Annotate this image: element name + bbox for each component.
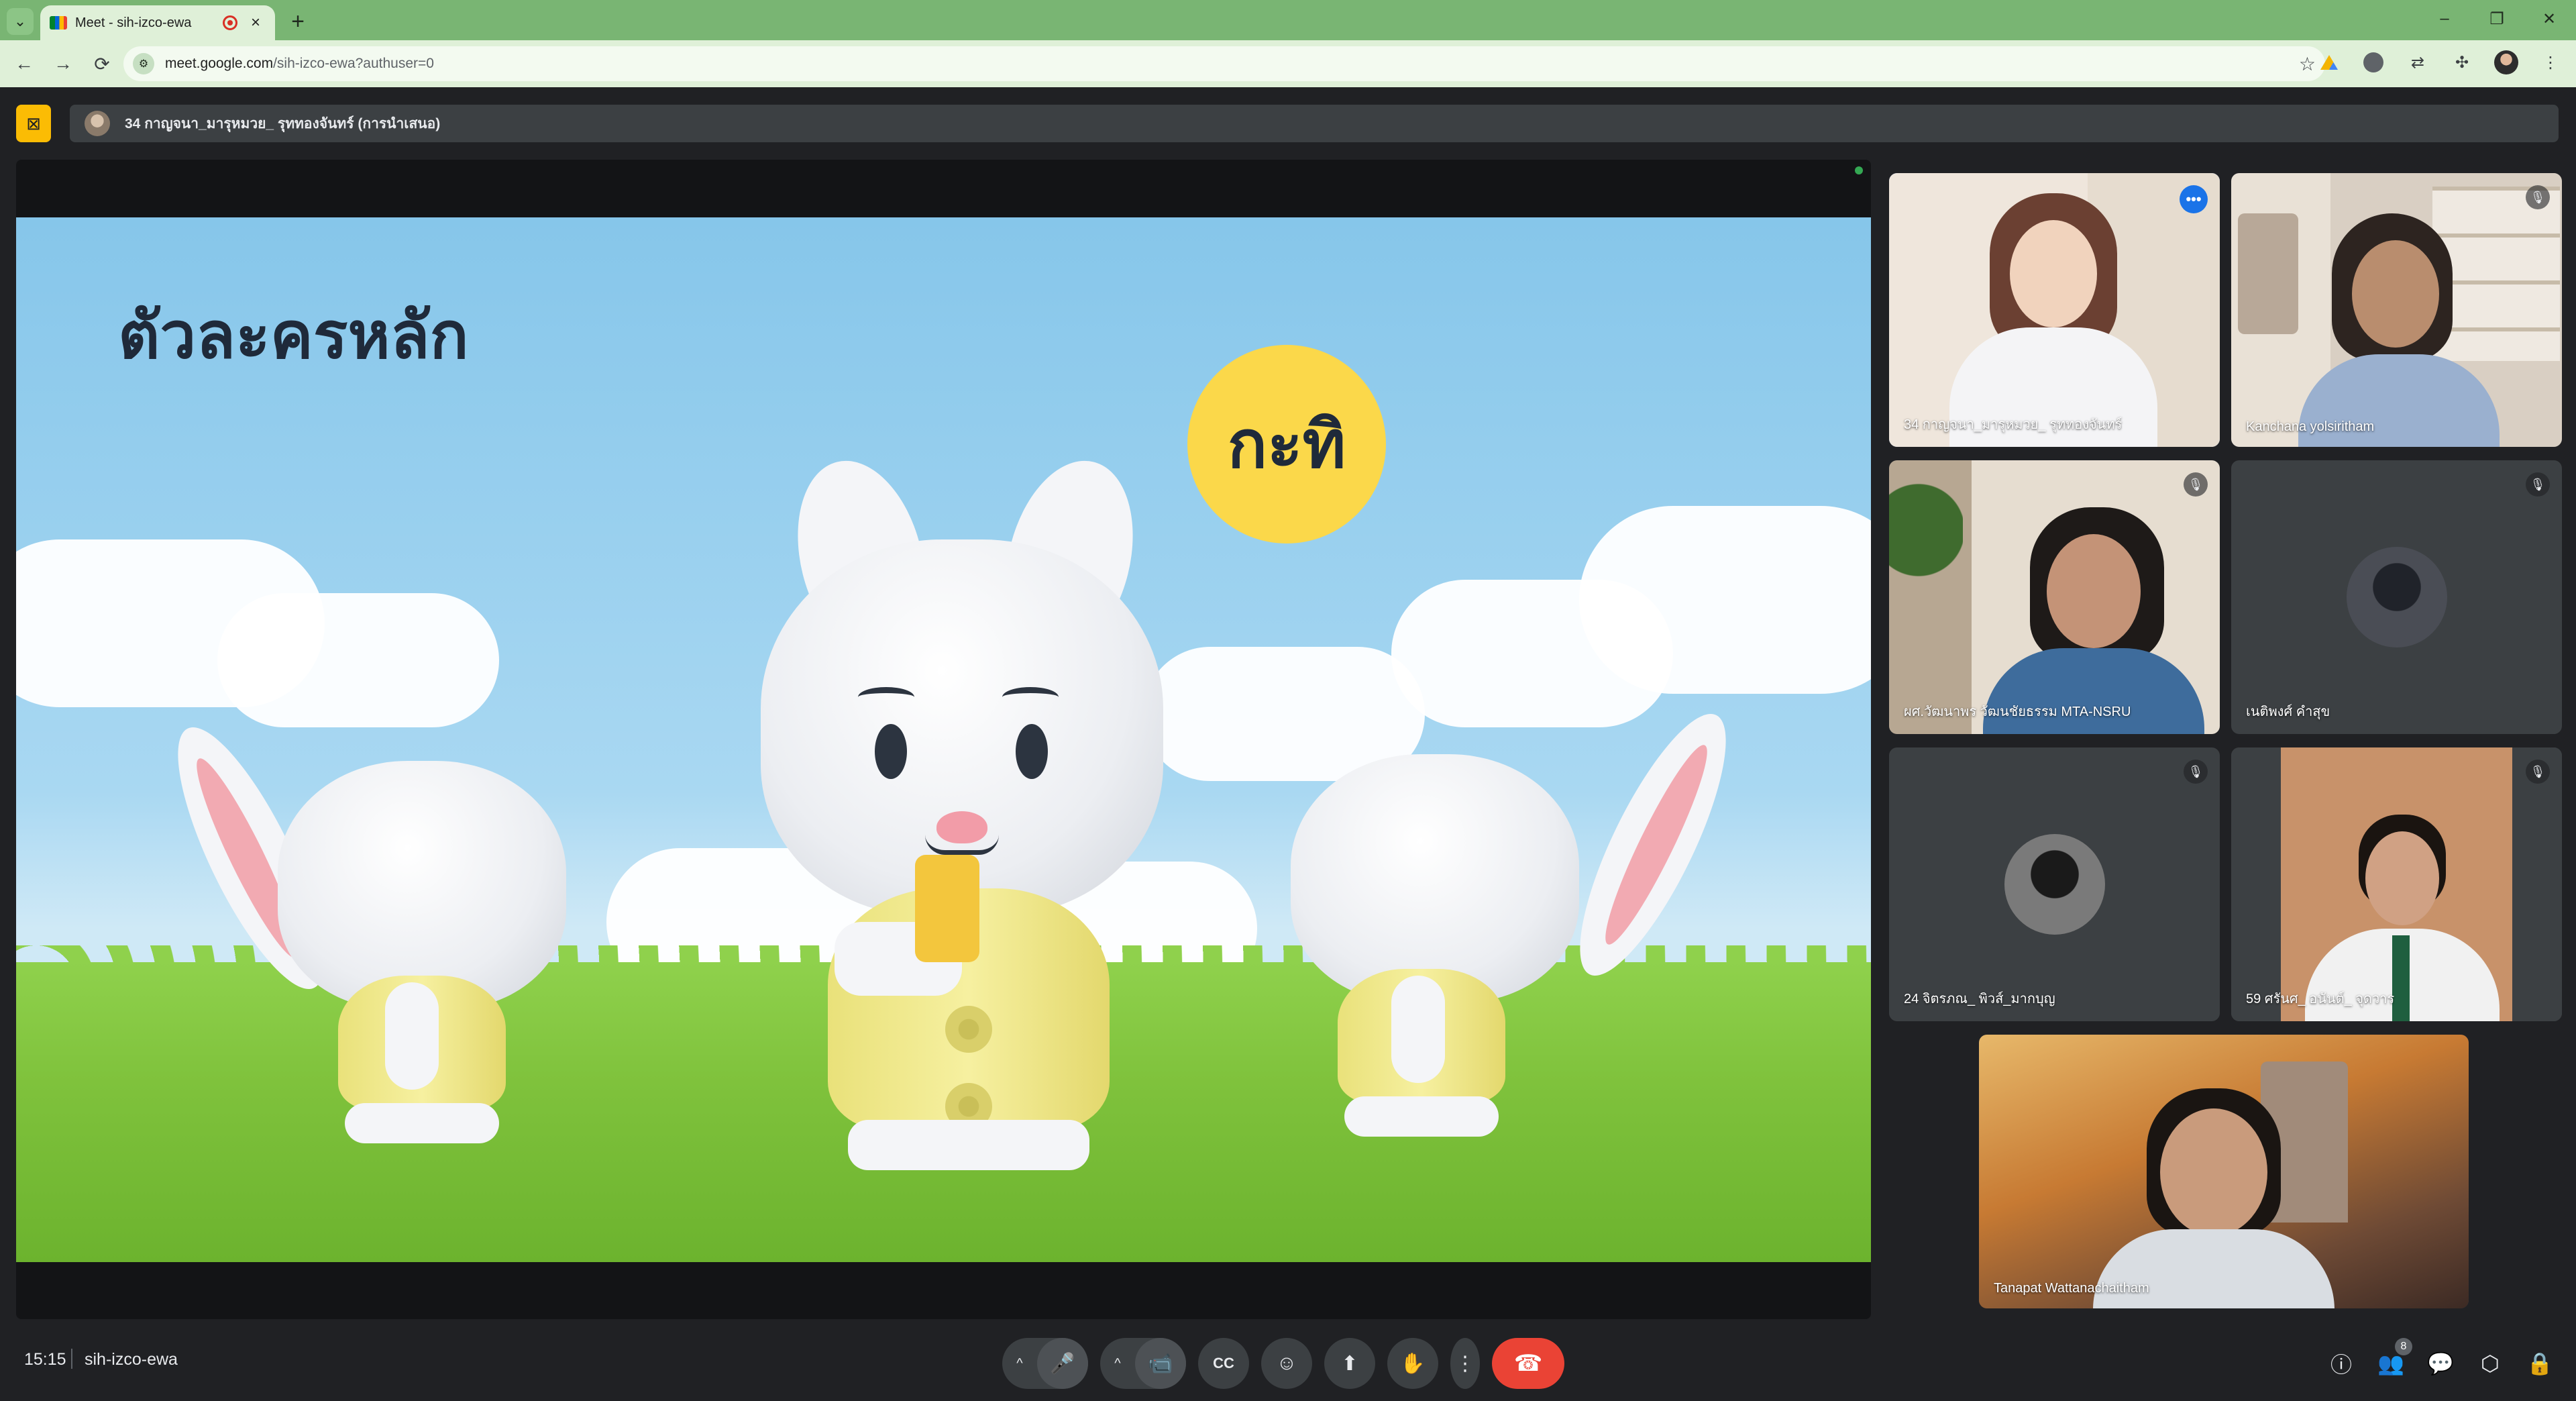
participant-avatar	[2346, 547, 2447, 647]
host-controls-icon[interactable]: 🔒	[2522, 1338, 2557, 1389]
muted-mic-icon: 🎙	[2184, 760, 2208, 784]
emoji-reaction-button[interactable]: ☺	[1261, 1338, 1312, 1389]
muted-mic-icon: 🎙	[2184, 472, 2208, 497]
audio-settings-chevron-icon[interactable]: ^	[1002, 1338, 1037, 1389]
kebab-menu-icon[interactable]: ⋮	[2537, 49, 2564, 76]
presentation-stage[interactable]: ตัวละครหลัก กะทิ	[16, 160, 1871, 1319]
participant-name: Kanchana yolsiritham	[2246, 419, 2375, 434]
participant-options-button[interactable]: •••	[2180, 185, 2208, 213]
presenter-label: 34 กาญจนา_มารุหมวย_ รุททองจันทร์ (การนำเ…	[125, 115, 441, 132]
stop-presenting-icon[interactable]: ⊠	[16, 105, 51, 142]
character-name-badge: กะทิ	[1187, 345, 1386, 543]
muted-mic-icon: 🎙	[2526, 760, 2550, 784]
muted-mic-icon: 🎙	[2526, 472, 2550, 497]
participant-name: 59 ศรันศ_ อนันต์_ จุดวาร	[2246, 992, 2395, 1006]
divider	[71, 1349, 72, 1369]
participant-name: Tanapat Wattanachaitham	[1994, 1281, 2149, 1296]
participant-tile-6[interactable]: 🎙 59 ศรันศ_ อนันต์_ จุดวาร	[2231, 747, 2562, 1021]
participant-tile-2[interactable]: 🎙 Kanchana yolsiritham	[2231, 173, 2562, 447]
url-path: /sih-izco-ewa?authuser=0	[273, 56, 434, 71]
forward-button[interactable]: →	[48, 49, 78, 79]
participant-tile-7[interactable]: Tanapat Wattanachaitham	[1979, 1035, 2469, 1308]
camera-button[interactable]: 📹	[1135, 1338, 1186, 1389]
meeting-side-controls: ⓘ 👥 8 💬 ⬡ 🔒	[2324, 1338, 2557, 1389]
close-window-button[interactable]: ✕	[2536, 4, 2563, 34]
browser-toolbar: ← → ⟳ ⚙ meet.google.com/sih-izco-ewa?aut…	[0, 40, 2576, 87]
presentation-slide: ตัวละครหลัก กะทิ	[16, 217, 1871, 1262]
meeting-info-icon[interactable]: ⓘ	[2324, 1338, 2359, 1389]
present-screen-button[interactable]: ⬆	[1324, 1338, 1375, 1389]
minimize-button[interactable]: –	[2431, 4, 2458, 34]
rabbit-left	[151, 687, 653, 1157]
leave-call-button[interactable]: ☎	[1492, 1338, 1564, 1389]
rabbit-right	[1264, 680, 1753, 1150]
extension-icon[interactable]	[2360, 49, 2387, 76]
microphone-button[interactable]: 🎤	[1037, 1338, 1088, 1389]
audio-control-group: ^ 🎤	[1002, 1338, 1088, 1389]
participant-name: ผศ.วัฒนาพร วัฒนชัยธรรม MTA-NSRU	[1904, 705, 2131, 719]
character-name: กะทิ	[1227, 407, 1346, 483]
site-info-icon[interactable]: ⚙	[133, 53, 154, 74]
connection-indicator-icon	[1855, 166, 1863, 174]
participant-name: 34 กาญจนา_มารุหมวย_ รุททองจันทร์	[1904, 417, 2123, 432]
more-options-button[interactable]: ⋮	[1450, 1338, 1480, 1389]
participant-tile-1[interactable]: ••• 34 กาญจนา_มารุหมวย_ รุททองจันทร์	[1889, 173, 2220, 447]
url-text[interactable]: meet.google.com/sih-izco-ewa?authuser=0	[165, 56, 2288, 72]
slide-title: ตัวละครหลัก	[118, 298, 469, 373]
google-drive-icon[interactable]	[2316, 49, 2343, 76]
reload-button[interactable]: ⟳	[87, 49, 117, 79]
captions-button[interactable]: CC	[1198, 1338, 1249, 1389]
video-settings-chevron-icon[interactable]: ^	[1100, 1338, 1135, 1389]
translate-icon[interactable]: ⇄	[2404, 49, 2431, 76]
participant-name: เนติพงศ์ คำสุข	[2246, 705, 2330, 719]
extension-toolbar: ⇄ ✣ ⋮	[2316, 49, 2564, 76]
back-button[interactable]: ←	[9, 49, 39, 79]
rabbit-center-kathi	[741, 447, 1197, 1170]
presenter-chip[interactable]: 34 กาญจนา_มารุหมวย_ รุททองจันทร์ (การนำเ…	[70, 105, 2559, 142]
meet-favicon-icon	[50, 16, 67, 30]
meeting-control-bar: 15:15 sih-izco-ewa ^ 🎤 ^ 📹 CC ☺ ⬆ ✋ ⋮ ☎ …	[0, 1319, 2576, 1401]
recording-indicator-icon	[223, 15, 237, 30]
call-controls: ^ 🎤 ^ 📹 CC ☺ ⬆ ✋ ⋮ ☎	[1002, 1338, 1564, 1389]
bookmark-star-icon[interactable]: ☆	[2299, 53, 2316, 75]
people-icon[interactable]: 👥 8	[2373, 1338, 2412, 1389]
video-control-group: ^ 📹	[1100, 1338, 1186, 1389]
address-bar[interactable]: ⚙ meet.google.com/sih-izco-ewa?authuser=…	[123, 46, 2325, 81]
puzzle-icon[interactable]: ✣	[2449, 49, 2475, 76]
tab-search-button[interactable]: ⌄	[7, 8, 34, 35]
url-host: meet.google.com	[165, 56, 274, 71]
presentation-banner: ⊠ 34 กาญจนา_มารุหมวย_ รุททองจันทร์ (การน…	[0, 87, 2576, 160]
meeting-code: sih-izco-ewa	[85, 1350, 178, 1369]
restore-button[interactable]: ❐	[2483, 4, 2510, 34]
chat-icon[interactable]: 💬	[2423, 1338, 2458, 1389]
presenter-avatar	[85, 111, 110, 136]
browser-tab-bar: ⌄ Meet - sih-izco-ewa × + – ❐ ✕	[0, 0, 2576, 40]
new-tab-button[interactable]: +	[284, 8, 311, 35]
participant-count-badge: 8	[2395, 1338, 2412, 1355]
profile-icon[interactable]	[2493, 49, 2520, 76]
tab-close-button[interactable]: ×	[246, 13, 266, 32]
browser-tab-meet[interactable]: Meet - sih-izco-ewa ×	[40, 5, 275, 40]
activities-icon[interactable]: ⬡	[2473, 1338, 2508, 1389]
muted-mic-icon: 🎙	[2526, 185, 2550, 209]
participant-tile-3[interactable]: 🎙 ผศ.วัฒนาพร วัฒนชัยธรรม MTA-NSRU	[1889, 460, 2220, 734]
raise-hand-button[interactable]: ✋	[1387, 1338, 1438, 1389]
participant-tile-4[interactable]: 🎙 เนติพงศ์ คำสุข	[2231, 460, 2562, 734]
meeting-clock: 15:15	[24, 1350, 66, 1369]
participant-tile-5[interactable]: 🎙 24 จิตรภณ_ พิวส์_มากบุญ	[1889, 747, 2220, 1021]
participant-avatar	[2004, 834, 2105, 935]
participant-name: 24 จิตรภณ_ พิวส์_มากบุญ	[1904, 992, 2055, 1006]
window-controls: – ❐ ✕	[2431, 4, 2563, 34]
tab-title: Meet - sih-izco-ewa	[75, 15, 192, 30]
